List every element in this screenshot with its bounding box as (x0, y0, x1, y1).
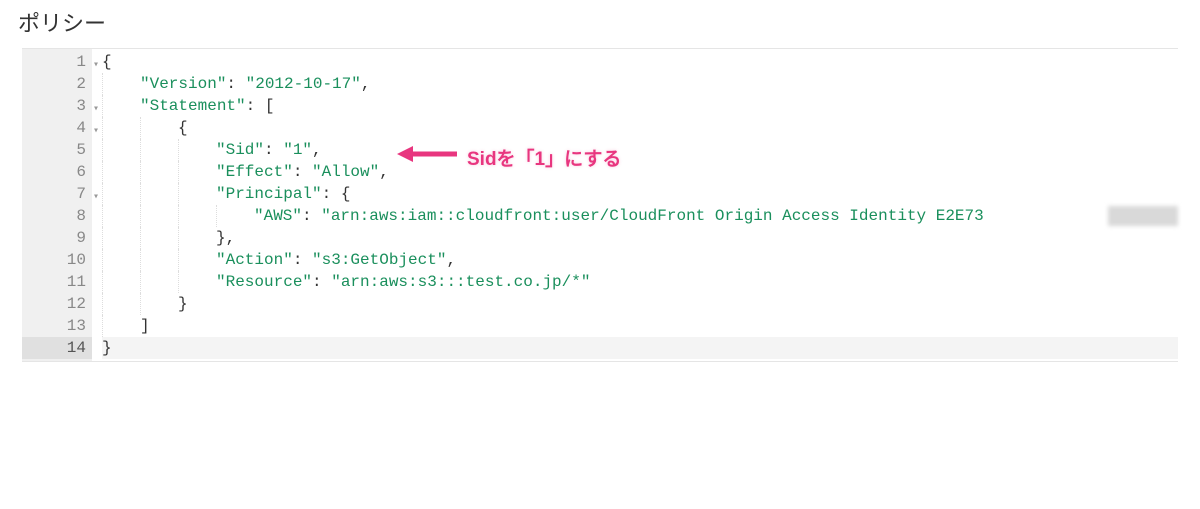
code-line[interactable]: { (102, 117, 1178, 139)
gutter-line: 10 (22, 249, 92, 271)
code-line[interactable]: ] (102, 315, 1178, 337)
code-area[interactable]: {"Version": "2012-10-17","Statement": [{… (92, 49, 1178, 361)
page-title: ポリシー (0, 0, 1200, 48)
code-line[interactable]: "Resource": "arn:aws:s3:::test.co.jp/*" (102, 271, 1178, 293)
code-line[interactable]: { (102, 51, 1178, 73)
gutter-line: 14 (22, 337, 92, 359)
line-gutter: 1▾23▾4▾567▾891011121314 (22, 49, 92, 361)
gutter-line: 2 (22, 73, 92, 95)
code-line[interactable]: } (102, 293, 1178, 315)
gutter-line: 9 (22, 227, 92, 249)
code-line[interactable]: "AWS": "arn:aws:iam::cloudfront:user/Clo… (102, 205, 1178, 227)
gutter-line: 6 (22, 161, 92, 183)
code-line[interactable]: }, (102, 227, 1178, 249)
gutter-line: 7▾ (22, 183, 92, 205)
gutter-line: 1▾ (22, 51, 92, 73)
code-line[interactable]: "Action": "s3:GetObject", (102, 249, 1178, 271)
gutter-line: 11 (22, 271, 92, 293)
code-line[interactable]: "Statement": [ (102, 95, 1178, 117)
code-line[interactable]: "Principal": { (102, 183, 1178, 205)
gutter-line: 3▾ (22, 95, 92, 117)
code-line[interactable]: "Sid": "1", (102, 139, 1178, 161)
code-line[interactable]: "Version": "2012-10-17", (102, 73, 1178, 95)
redacted-region (1108, 206, 1178, 226)
gutter-line: 8 (22, 205, 92, 227)
gutter-line: 4▾ (22, 117, 92, 139)
gutter-line: 13 (22, 315, 92, 337)
policy-editor[interactable]: 1▾23▾4▾567▾891011121314 {"Version": "201… (22, 48, 1178, 362)
code-line[interactable]: "Effect": "Allow", (102, 161, 1178, 183)
gutter-line: 5 (22, 139, 92, 161)
code-line[interactable]: } (102, 337, 1178, 359)
gutter-line: 12 (22, 293, 92, 315)
